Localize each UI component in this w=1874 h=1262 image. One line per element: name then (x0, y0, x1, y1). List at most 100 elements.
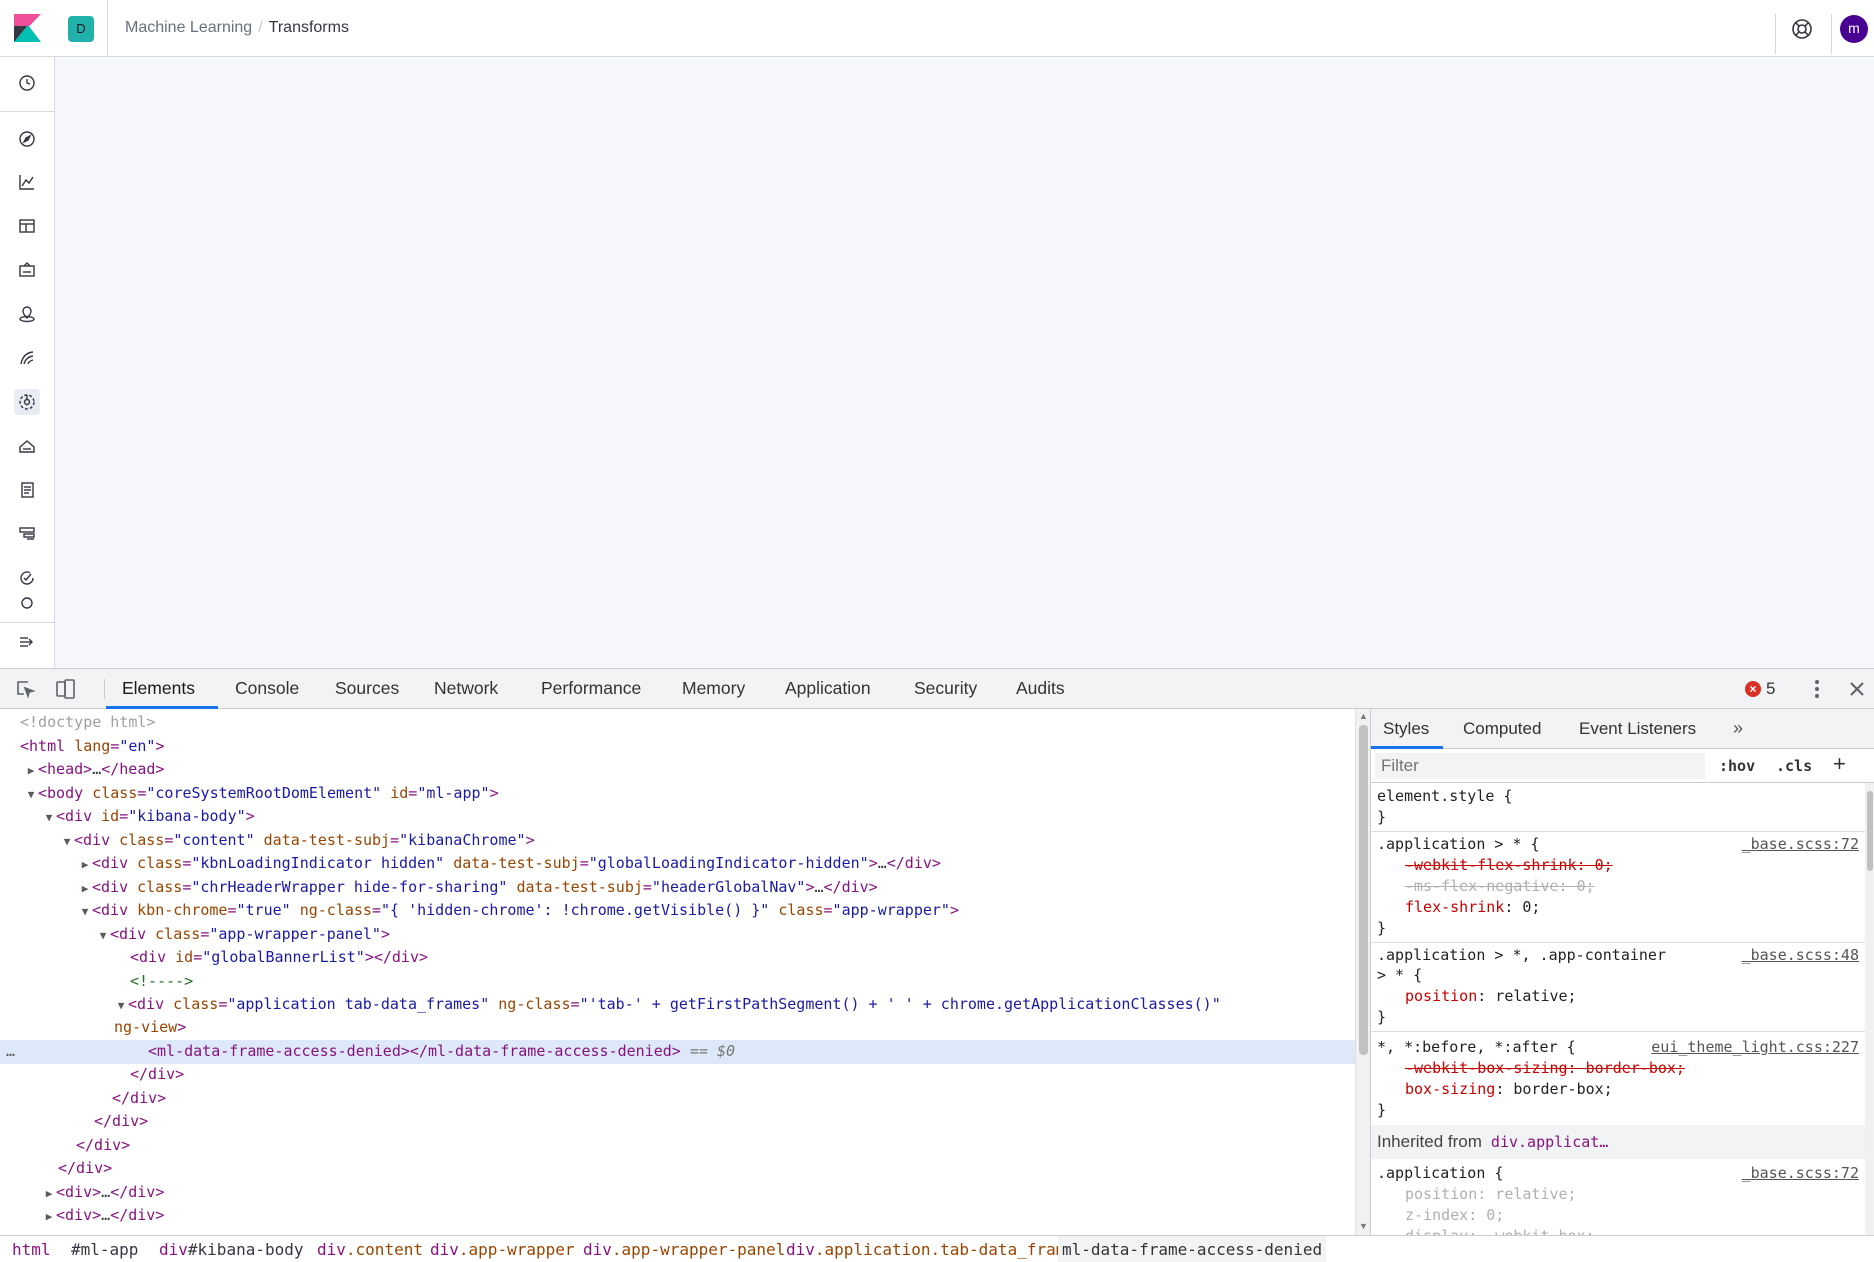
node-actions-icon[interactable]: … (6, 1040, 15, 1064)
expand-arrow-icon[interactable]: ▶ (42, 1182, 56, 1206)
dom-crumb-current[interactable]: ml-data-frame-access-denied (1058, 1236, 1327, 1262)
dom-crumb[interactable]: html (8, 1236, 55, 1262)
dom-node[interactable]: <!doctype html> (0, 711, 1355, 735)
scrollbar-thumb[interactable] (1867, 791, 1873, 871)
css-property[interactable]: position: relative; (1405, 986, 1577, 1007)
dom-node[interactable]: ▶ <head>…</head> (0, 758, 1355, 782)
infrastructure-icon[interactable] (14, 433, 40, 459)
css-property[interactable]: -webkit-box-sizing: border-box; (1405, 1058, 1685, 1079)
tab-performance[interactable]: Performance (541, 669, 641, 708)
rule-selector[interactable]: *, *:before, *:after { (1377, 1037, 1576, 1058)
new-rule-icon[interactable]: + (1833, 751, 1846, 777)
rule-selector[interactable]: .application > *, .app-container (1377, 945, 1666, 966)
breadcrumb-ml[interactable]: Machine Learning (125, 19, 252, 36)
dom-node-selected[interactable]: … <ml-data-frame-access-denied></ml-data-… (0, 1040, 1355, 1064)
dom-node[interactable]: </div> (0, 1134, 1355, 1158)
tab-console[interactable]: Console (235, 669, 299, 708)
scrollbar-thumb[interactable] (1359, 725, 1368, 1055)
tab-security[interactable]: Security (914, 669, 977, 708)
dom-node[interactable]: </div> (0, 1110, 1355, 1134)
dom-node[interactable]: <html lang="en"> (0, 735, 1355, 759)
dom-node[interactable]: ▼ <div class="content" data-test-subj="ki… (0, 829, 1355, 853)
dom-node[interactable]: ▶ <div class="kbnLoadingIndicator hidden"… (0, 852, 1355, 876)
collapse-arrow-icon[interactable]: ▼ (24, 783, 38, 807)
rule-source-link[interactable]: _base.scss:48 (1742, 945, 1859, 966)
cls-toggle[interactable]: .cls (1776, 757, 1812, 775)
dom-node[interactable]: </div> (0, 1063, 1355, 1087)
hov-toggle[interactable]: :hov (1719, 757, 1755, 775)
uptime-icon[interactable] (14, 565, 40, 591)
dom-node[interactable]: ▶ <div>…</div> (0, 1204, 1355, 1228)
rule-selector[interactable]: .application > * { (1377, 834, 1540, 855)
dom-node[interactable]: ▼ <body class="coreSystemRootDomElement" … (0, 782, 1355, 806)
maps-icon[interactable] (14, 301, 40, 327)
dom-crumb[interactable]: #ml-app (67, 1236, 142, 1262)
collapse-nav-icon[interactable] (14, 629, 40, 655)
dom-node[interactable]: </div> (0, 1087, 1355, 1111)
dom-node[interactable]: </div> (0, 1157, 1355, 1181)
error-icon[interactable]: × (1745, 681, 1761, 697)
tab-application[interactable]: Application (785, 669, 871, 708)
collapse-arrow-icon[interactable]: ▼ (96, 924, 110, 948)
tab-sources[interactable]: Sources (335, 669, 399, 708)
css-property[interactable]: position: relative; (1405, 1184, 1577, 1205)
collapse-arrow-icon[interactable]: ▼ (60, 830, 74, 854)
canvas-icon[interactable] (14, 257, 40, 283)
dashboard-icon[interactable] (14, 213, 40, 239)
dom-node[interactable]: ▼ <div class="application tab-data_frames… (0, 993, 1355, 1017)
elements-dom-tree[interactable]: <!doctype html> <html lang="en"> ▶ <head>… (0, 709, 1355, 1235)
tab-event-listeners[interactable]: Event Listeners (1579, 709, 1696, 748)
css-property[interactable]: box-sizing: border-box; (1405, 1079, 1613, 1100)
dom-crumb[interactable]: div.app-wrapper-panel (579, 1236, 789, 1262)
rule-source-link[interactable]: eui_theme_light.css:227 (1651, 1037, 1859, 1058)
discover-icon[interactable] (14, 126, 40, 152)
inspect-element-icon[interactable] (14, 678, 36, 700)
expand-arrow-icon[interactable]: ▶ (42, 1205, 56, 1229)
styles-filter-input[interactable] (1375, 753, 1705, 779)
user-avatar[interactable]: m (1840, 15, 1868, 43)
tab-audits[interactable]: Audits (1016, 669, 1065, 708)
styles-scrollbar[interactable] (1865, 783, 1874, 1235)
tab-memory[interactable]: Memory (682, 669, 745, 708)
device-toolbar-icon[interactable] (54, 678, 76, 700)
ml-icon[interactable] (14, 345, 40, 371)
dom-node[interactable]: ▼ <div class="app-wrapper-panel"> (0, 923, 1355, 947)
expand-arrow-icon[interactable]: ▶ (78, 877, 92, 901)
scroll-up-icon[interactable]: ▲ (1359, 711, 1368, 721)
collapse-arrow-icon[interactable]: ▼ (114, 994, 128, 1018)
apm-icon[interactable] (14, 521, 40, 547)
dom-crumb[interactable]: div.app-wrapper (426, 1236, 579, 1262)
tab-elements[interactable]: Elements (122, 669, 195, 708)
expand-arrow-icon[interactable]: ▶ (24, 759, 38, 783)
css-property[interactable]: display: -webkit-box; (1405, 1226, 1595, 1235)
elements-scrollbar[interactable]: ▲ ▼ (1355, 709, 1370, 1235)
dom-node[interactable]: ▼ <div id="kibana-body"> (0, 805, 1355, 829)
space-avatar[interactable]: D (68, 16, 94, 42)
rule-source-link[interactable]: _base.scss:72 (1742, 834, 1859, 855)
css-property[interactable]: -ms-flex-negative: 0; (1405, 876, 1595, 897)
close-icon[interactable] (1846, 678, 1868, 700)
inherited-selector-link[interactable]: div.applicat… (1491, 1133, 1608, 1151)
dom-node[interactable]: ▼ <div kbn-chrome="true" ng-class="{ 'hid… (0, 899, 1355, 923)
tab-computed[interactable]: Computed (1463, 709, 1541, 748)
help-icon[interactable] (1791, 18, 1813, 40)
tab-styles[interactable]: Styles (1383, 709, 1429, 748)
logs-icon[interactable] (14, 477, 40, 503)
css-property[interactable]: flex-shrink: 0; (1405, 897, 1540, 918)
rule-selector[interactable]: .application { (1377, 1163, 1503, 1184)
dom-node[interactable]: <div id="globalBannerList"></div> (0, 946, 1355, 970)
dom-crumb[interactable]: div.content (313, 1236, 427, 1262)
css-property[interactable]: z-index: 0; (1405, 1205, 1504, 1226)
kibana-logo-icon[interactable] (14, 14, 41, 42)
visualize-icon[interactable] (14, 169, 40, 195)
dom-node[interactable]: ▶ <div>…</div> (0, 1181, 1355, 1205)
more-options-icon[interactable] (1806, 678, 1828, 700)
error-count[interactable]: 5 (1766, 679, 1775, 699)
ml-active-icon[interactable] (14, 389, 40, 415)
siem-icon[interactable] (14, 597, 40, 611)
rule-source-link[interactable]: _base.scss:72 (1742, 1163, 1859, 1184)
recent-icon[interactable] (14, 70, 40, 96)
dom-node[interactable]: ng-view> (0, 1016, 1355, 1040)
css-property[interactable]: -webkit-flex-shrink: 0; (1405, 855, 1613, 876)
tab-network[interactable]: Network (434, 669, 498, 708)
